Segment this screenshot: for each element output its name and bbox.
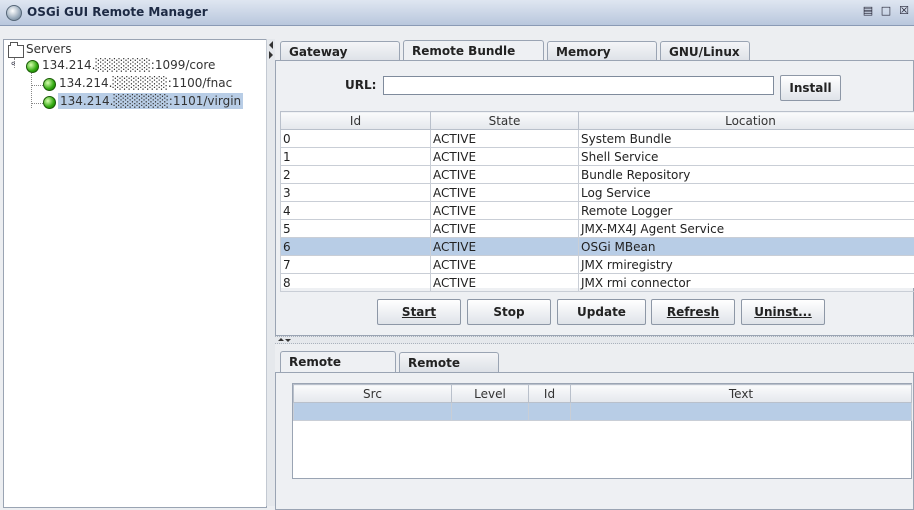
column-header-id[interactable]: Id bbox=[528, 384, 571, 403]
bundle-cell-id: 4 bbox=[280, 201, 431, 220]
tab-remote-bundle-list[interactable]: Remote Bundle List bbox=[403, 40, 544, 78]
server-status-icon bbox=[43, 96, 56, 109]
bundle-cell-state: ACTIVE bbox=[430, 273, 579, 292]
bundle-cell-state: ACTIVE bbox=[430, 147, 579, 166]
column-header-level[interactable]: Level bbox=[451, 384, 529, 403]
bundle-cell-location: Remote Logger bbox=[578, 201, 914, 220]
minimize-icon[interactable]: ▤ bbox=[862, 5, 874, 17]
table-row[interactable]: 4 ACTIVE Remote Logger bbox=[280, 201, 914, 220]
update-button[interactable]: Update bbox=[557, 299, 646, 325]
expand-toggle-icon[interactable]: ⚬ bbox=[9, 59, 17, 70]
url-input[interactable] bbox=[383, 76, 774, 95]
column-header-text[interactable]: Text bbox=[570, 384, 912, 403]
horizontal-splitter[interactable] bbox=[275, 336, 914, 344]
bundle-cell-state: ACTIVE bbox=[430, 183, 579, 202]
tree-node-fnac[interactable]: 134.214.░░░░░░:1100/fnac bbox=[59, 75, 232, 91]
app-icon bbox=[6, 5, 22, 21]
bundle-cell-state: ACTIVE bbox=[430, 165, 579, 184]
bundle-cell-location: System Bundle bbox=[578, 129, 914, 148]
table-row[interactable]: 2 ACTIVE Bundle Repository bbox=[280, 165, 914, 184]
bundle-cell-location: JMX rmi connector bbox=[578, 273, 914, 292]
close-icon[interactable]: ☒ bbox=[898, 5, 910, 17]
expand-down-icon[interactable] bbox=[285, 339, 291, 342]
window-title: OSGi GUI Remote Manager bbox=[27, 5, 208, 19]
update-label: Update bbox=[577, 305, 626, 319]
install-button[interactable]: Install bbox=[780, 75, 841, 101]
tab-gnu-linux[interactable]: GNU/Linux bbox=[660, 41, 750, 61]
column-header-location[interactable]: Location bbox=[578, 111, 914, 130]
bundle-cell-state: ACTIVE bbox=[430, 255, 579, 274]
tab-gateway-values[interactable]: Gateway Values bbox=[280, 41, 400, 79]
column-header-id[interactable]: Id bbox=[280, 111, 431, 130]
column-header-src[interactable]: Src bbox=[293, 384, 452, 403]
bundle-cell-state: ACTIVE bbox=[430, 129, 579, 148]
bundle-cell-id: 1 bbox=[280, 147, 431, 166]
bundle-cell-id: 0 bbox=[280, 129, 431, 148]
start-button[interactable]: Start bbox=[377, 299, 461, 325]
server-status-icon bbox=[26, 60, 39, 73]
table-row[interactable]: 8 ACTIVE JMX rmi connector bbox=[280, 273, 914, 292]
table-cell bbox=[451, 402, 529, 421]
folder-icon bbox=[8, 42, 24, 58]
tree-connector bbox=[31, 85, 43, 86]
uninstall-label: Uninst... bbox=[754, 305, 812, 319]
bundle-cell-id: 3 bbox=[280, 183, 431, 202]
collapse-up-icon[interactable] bbox=[278, 338, 284, 341]
bundle-cell-id: 8 bbox=[280, 273, 431, 292]
title-bar: OSGi GUI Remote Manager ▤ □ ☒ bbox=[0, 0, 914, 26]
bundle-cell-id: 5 bbox=[280, 219, 431, 238]
bundle-cell-state: ACTIVE bbox=[430, 237, 579, 256]
tree-connector bbox=[31, 103, 43, 104]
bundle-table[interactable]: Id State Location 0 ACTIVE System Bundle 1 A… bbox=[280, 111, 914, 292]
bundle-cell-location: JMX rmiregistry bbox=[578, 255, 914, 274]
logger-panel: Src Level Id Text bbox=[275, 372, 914, 510]
tree-node-virgin[interactable]: 134.214.░░░░░░:1101/virgin bbox=[58, 93, 244, 109]
bundle-cell-state: ACTIVE bbox=[430, 219, 579, 238]
refresh-button[interactable]: Refresh bbox=[651, 299, 735, 325]
table-row[interactable]: 3 ACTIVE Log Service bbox=[280, 183, 914, 202]
bundle-cell-location: Shell Service bbox=[578, 147, 914, 166]
server-status-icon bbox=[43, 78, 56, 91]
stop-button[interactable]: Stop bbox=[467, 299, 551, 325]
url-label: URL: bbox=[345, 78, 377, 92]
bundle-cell-state: ACTIVE bbox=[430, 201, 579, 220]
maximize-icon[interactable]: □ bbox=[880, 5, 892, 17]
bundle-cell-location: OSGi MBean bbox=[578, 237, 914, 256]
table-row[interactable]: 5 ACTIVE JMX-MX4J Agent Service bbox=[280, 219, 914, 238]
bundle-cell-id: 2 bbox=[280, 165, 431, 184]
expand-right-icon[interactable] bbox=[269, 51, 273, 59]
main-area: Gateway Values Remote Bundle List Memory… bbox=[275, 39, 914, 510]
bundle-cell-location: Bundle Repository bbox=[578, 165, 914, 184]
table-row[interactable]: 7 ACTIVE JMX rmiregistry bbox=[280, 255, 914, 274]
table-row[interactable]: 6 ACTIVE OSGi MBean bbox=[280, 237, 914, 256]
bundle-cell-location: Log Service bbox=[578, 183, 914, 202]
uninstall-button[interactable]: Uninst... bbox=[741, 299, 825, 325]
column-header-state[interactable]: State bbox=[430, 111, 579, 130]
collapse-left-icon[interactable] bbox=[269, 41, 273, 49]
vertical-splitter[interactable] bbox=[266, 39, 275, 506]
bundle-cell-id: 7 bbox=[280, 255, 431, 274]
tree-root-servers[interactable]: Servers bbox=[26, 41, 72, 57]
table-row[interactable]: 1 ACTIVE Shell Service bbox=[280, 147, 914, 166]
start-label: Start bbox=[401, 305, 437, 319]
tab-remote-logger[interactable]: Remote Logger bbox=[280, 351, 396, 389]
stop-label: Stop bbox=[493, 305, 525, 319]
table-cell bbox=[293, 402, 452, 421]
table-row[interactable] bbox=[293, 402, 912, 421]
tree-node-core[interactable]: 134.214.░░░░░░:1099/core bbox=[42, 57, 215, 73]
table-row[interactable]: 0 ACTIVE System Bundle bbox=[280, 129, 914, 148]
bundle-cell-id: 6 bbox=[280, 237, 431, 256]
log-table[interactable]: Src Level Id Text bbox=[292, 383, 912, 479]
bundle-cell-location: JMX-MX4J Agent Service bbox=[578, 219, 914, 238]
table-cell bbox=[528, 402, 571, 421]
bundle-list-panel: URL: Install Id State Location 0 ACTIVE Sy… bbox=[275, 60, 914, 336]
tab-memory-usage[interactable]: Memory usage bbox=[547, 41, 657, 79]
table-cell bbox=[570, 402, 912, 421]
server-tree[interactable]: Servers ⚬ 134.214.░░░░░░:1099/core 134.2… bbox=[3, 39, 267, 508]
tab-remote-obr[interactable]: Remote OBR bbox=[399, 352, 499, 390]
refresh-label: Refresh bbox=[666, 305, 720, 319]
